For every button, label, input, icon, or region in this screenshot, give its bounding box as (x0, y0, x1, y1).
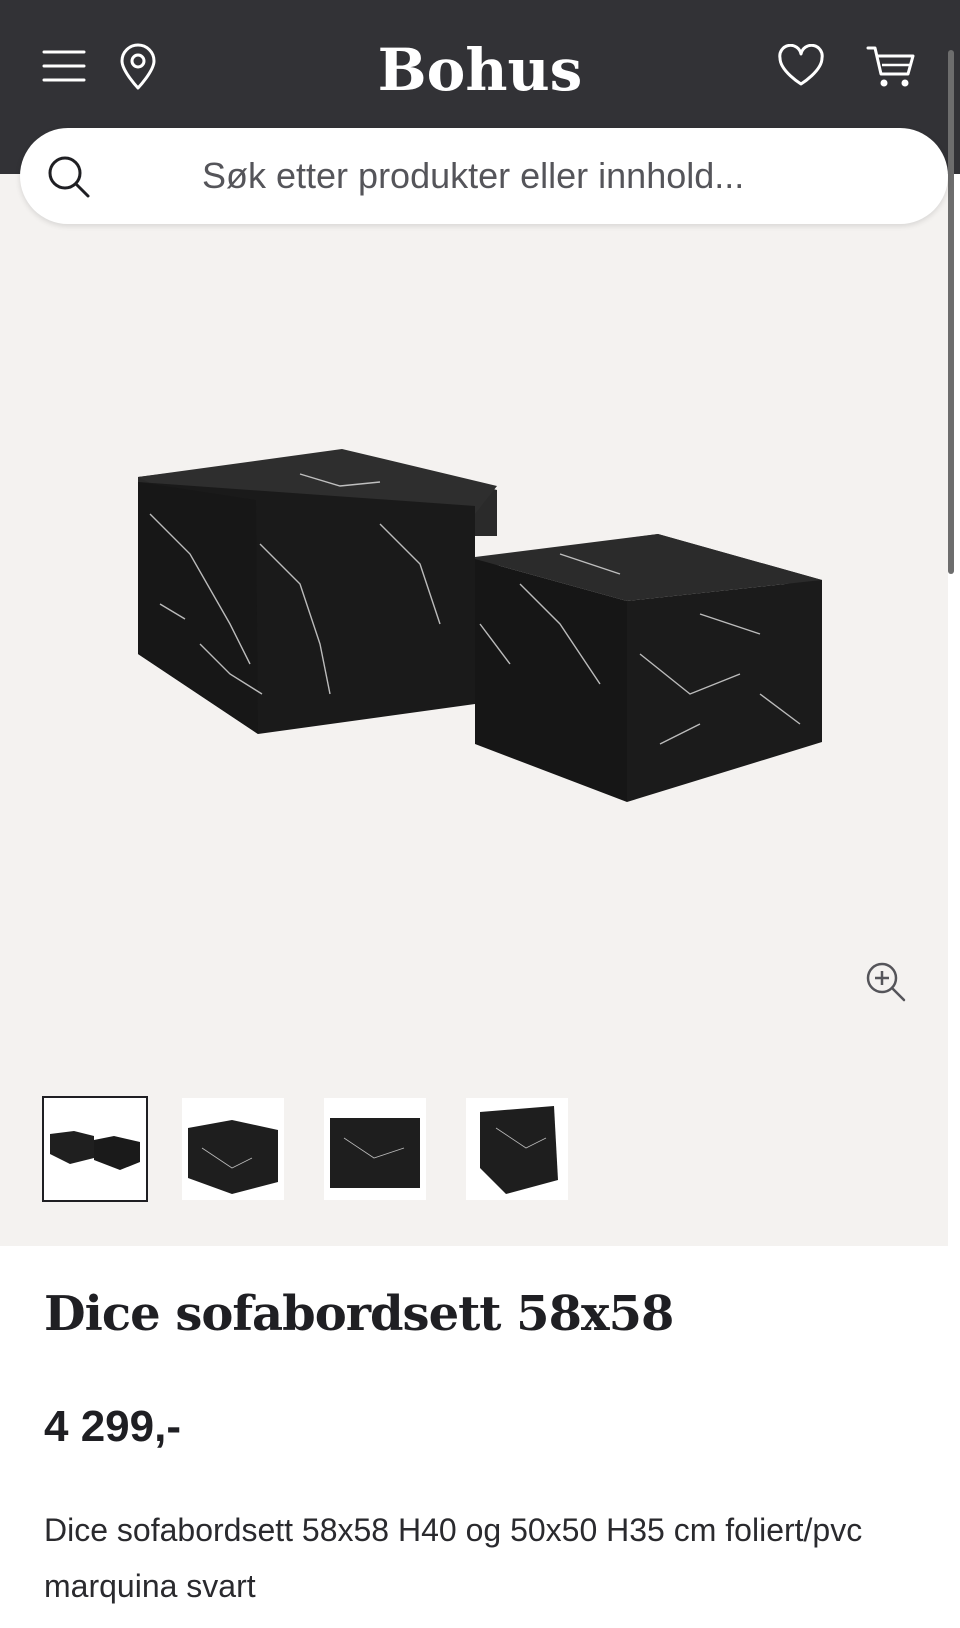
heart-icon (778, 44, 824, 86)
search-input[interactable]: Søk etter produkter eller innhold... (202, 128, 744, 224)
location-pin-icon (120, 43, 156, 90)
thumbnail-2[interactable] (182, 1098, 284, 1200)
cart-button[interactable] (864, 42, 918, 92)
product-gallery (0, 174, 948, 1246)
thumbnail-4[interactable] (466, 1098, 568, 1200)
bohus-logo[interactable]: Bohus (330, 30, 630, 110)
thumbnail-3[interactable] (324, 1098, 426, 1200)
zoom-in-icon (866, 962, 906, 1002)
thumbnail-1[interactable] (42, 1096, 148, 1202)
page-scrollbar[interactable] (948, 50, 954, 574)
store-locator-button[interactable] (116, 42, 160, 92)
cart-icon (866, 46, 915, 87)
search-icon (48, 156, 90, 198)
menu-icon (42, 50, 86, 82)
zoom-button[interactable] (864, 960, 908, 1004)
favorites-button[interactable] (776, 42, 826, 90)
product-title: Dice sofabordsett 58x58 (44, 1286, 674, 1342)
menu-button[interactable] (40, 44, 88, 88)
product-main-image[interactable] (0, 224, 948, 1104)
search-bar[interactable]: Søk etter produkter eller innhold... (20, 128, 948, 224)
product-price: 4 299,- (44, 1402, 181, 1451)
product-description: Dice sofabordsett 58x58 H40 og 50x50 H35… (44, 1512, 863, 1604)
